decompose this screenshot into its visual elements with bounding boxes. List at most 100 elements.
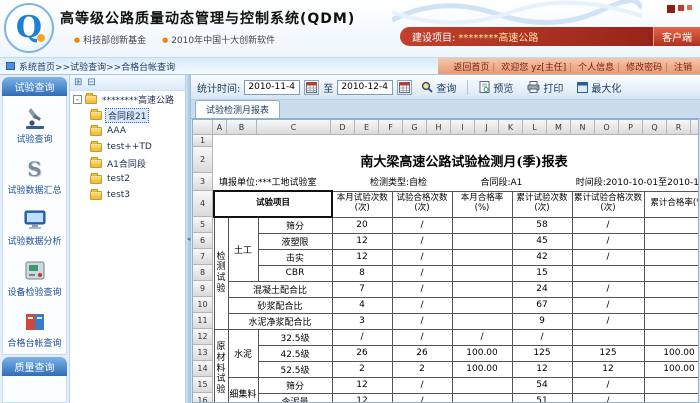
row-header[interactable]: 9 [193,281,213,297]
row-header[interactable]: 8 [193,265,213,281]
col-header[interactable]: M [547,120,571,135]
tree-node[interactable]: test2 [70,171,185,187]
col-header[interactable]: B [227,120,257,135]
breadcrumb: 系统首页>>试验查询>>合格台帐查询 [19,60,175,73]
client-tab[interactable]: 客户端 [653,27,700,46]
row-header[interactable]: 3 [193,173,213,191]
date-to-input[interactable]: 2010-12-4 [337,80,393,95]
column-headers: A B C D E F G H I J K L M N O P Q [193,120,698,135]
data-cell: / [572,281,644,297]
col-header[interactable]: Q [643,120,667,135]
row-header[interactable]: 2 [193,147,213,173]
row-header[interactable]: 1 [193,135,213,147]
data-cell: 45 [512,233,572,249]
tree-node-label: AAA [105,126,128,136]
sidebar-item-data-analysis[interactable]: 试验数据分析 [3,201,66,252]
col-header[interactable]: O [595,120,619,135]
wave-decoration-icon [392,0,642,26]
col-header[interactable]: S [691,120,699,135]
tree-node[interactable]: 合同段21 [70,107,185,123]
col-header[interactable]: J [475,120,499,135]
data-cell: 12 [512,361,572,377]
col-header[interactable]: F [379,120,403,135]
data-cell: / [392,217,452,233]
row-header[interactable]: 10 [193,297,213,313]
row-header[interactable]: 4 [193,191,213,217]
sidebar-header-quality-query[interactable]: 质量查询 [2,357,67,376]
tree-node[interactable]: A1合同段 [70,155,185,171]
print-button-label: 打印 [543,80,563,95]
data-cell: 100.00 [644,345,698,361]
data-cell: 100.00 [452,345,512,361]
col-header[interactable]: G [403,120,427,135]
maximize-button[interactable]: 最大化 [572,78,626,97]
row-header[interactable]: 12 [193,329,213,345]
sidebar-item-data-summary[interactable]: S 试验数据汇总 [3,150,66,201]
row-header[interactable]: 5 [193,217,213,233]
sidebar-header-test-query[interactable]: 试验查询 [2,77,67,96]
row-header[interactable]: 15 [193,377,213,393]
preview-page-icon [479,81,490,93]
corner-squares-icon [667,5,692,13]
col-header[interactable]: L [523,120,547,135]
col-header[interactable]: D [331,120,355,135]
row-header[interactable]: 6 [193,233,213,249]
data-cell: 42 [512,249,572,265]
tree-node[interactable]: test++TD [70,139,185,155]
tree-node[interactable]: test3 [70,187,185,203]
collapse-icon[interactable]: - [73,95,82,104]
data-cell: 20 [332,217,392,233]
row-header[interactable]: 7 [193,249,213,265]
sidebar-item-test-query[interactable]: 试验查询 [3,99,66,150]
data-cell: 3 [332,313,392,329]
data-cell [644,297,698,313]
calendar-icon [399,82,410,93]
row-header[interactable]: 14 [193,361,213,377]
sidebar-items: 试验查询 S 试验数据汇总 试验数据分析 [2,96,67,355]
project-label: 建设项目: [412,29,455,44]
tree-node-root[interactable]: - ********高速公路 [70,91,185,107]
data-cell: 100.00 [644,361,698,377]
calendar-button-to[interactable] [397,80,412,95]
col-header[interactable]: I [451,120,475,135]
header-test-item: 试验项目 [214,191,332,217]
col-header[interactable]: E [355,120,379,135]
nav-link-home[interactable]: 返回首页 [453,60,495,73]
query-button[interactable]: 查询 [416,78,461,97]
nav-link-logout[interactable]: 注销 [674,60,692,73]
bullet-icon: ● [162,36,168,44]
tree-node[interactable]: AAA [70,123,185,139]
sheet-corner[interactable] [193,120,213,135]
sidebar-item-label: 试验查询 [16,132,52,145]
sidebar-item-device-check[interactable]: 设备检验查询 [3,252,66,303]
sidebar-item-label: 设备检验查询 [7,285,61,298]
calendar-button-from[interactable] [304,80,319,95]
data-cell [644,393,698,402]
collapse-all-icon[interactable]: ⊟ [87,78,95,88]
col-header[interactable]: P [619,120,643,135]
function-sidebar: 试验查询 试验查询 S 试验数据汇总 [0,75,70,403]
data-cell: 54 [512,377,572,393]
date-from-input[interactable]: 2010-11-4 [244,80,300,95]
print-button[interactable]: 打印 [522,78,568,97]
preview-button[interactable]: 预览 [474,78,518,97]
folder-icon [90,191,102,200]
col-header[interactable]: A [213,120,227,135]
col-header[interactable]: R [667,120,691,135]
nav-link-password[interactable]: 修改密码 [626,60,668,73]
col-header[interactable]: K [499,120,523,135]
col-header[interactable]: H [427,120,451,135]
row-header[interactable]: 16 [193,393,213,402]
row-header[interactable]: 13 [193,345,213,361]
sidebar-item-qualified-ledger[interactable]: 合格台帐查询 [3,303,66,354]
row-header[interactable]: 11 [193,313,213,329]
nav-link-profile[interactable]: 个人信息 [578,60,620,73]
tree-node-label: test++TD [105,142,154,152]
tab-monthly-report[interactable]: 试验检测月报表 [195,100,280,118]
sidebar-item-label: 合格台帐查询 [7,336,61,349]
col-header[interactable]: N [571,120,595,135]
expand-all-icon[interactable]: ⊞ [74,78,82,88]
app-body: 试验查询 试验查询 S 试验数据汇总 [0,75,700,403]
data-cell: 2 [332,361,392,377]
col-header[interactable]: C [257,120,331,135]
